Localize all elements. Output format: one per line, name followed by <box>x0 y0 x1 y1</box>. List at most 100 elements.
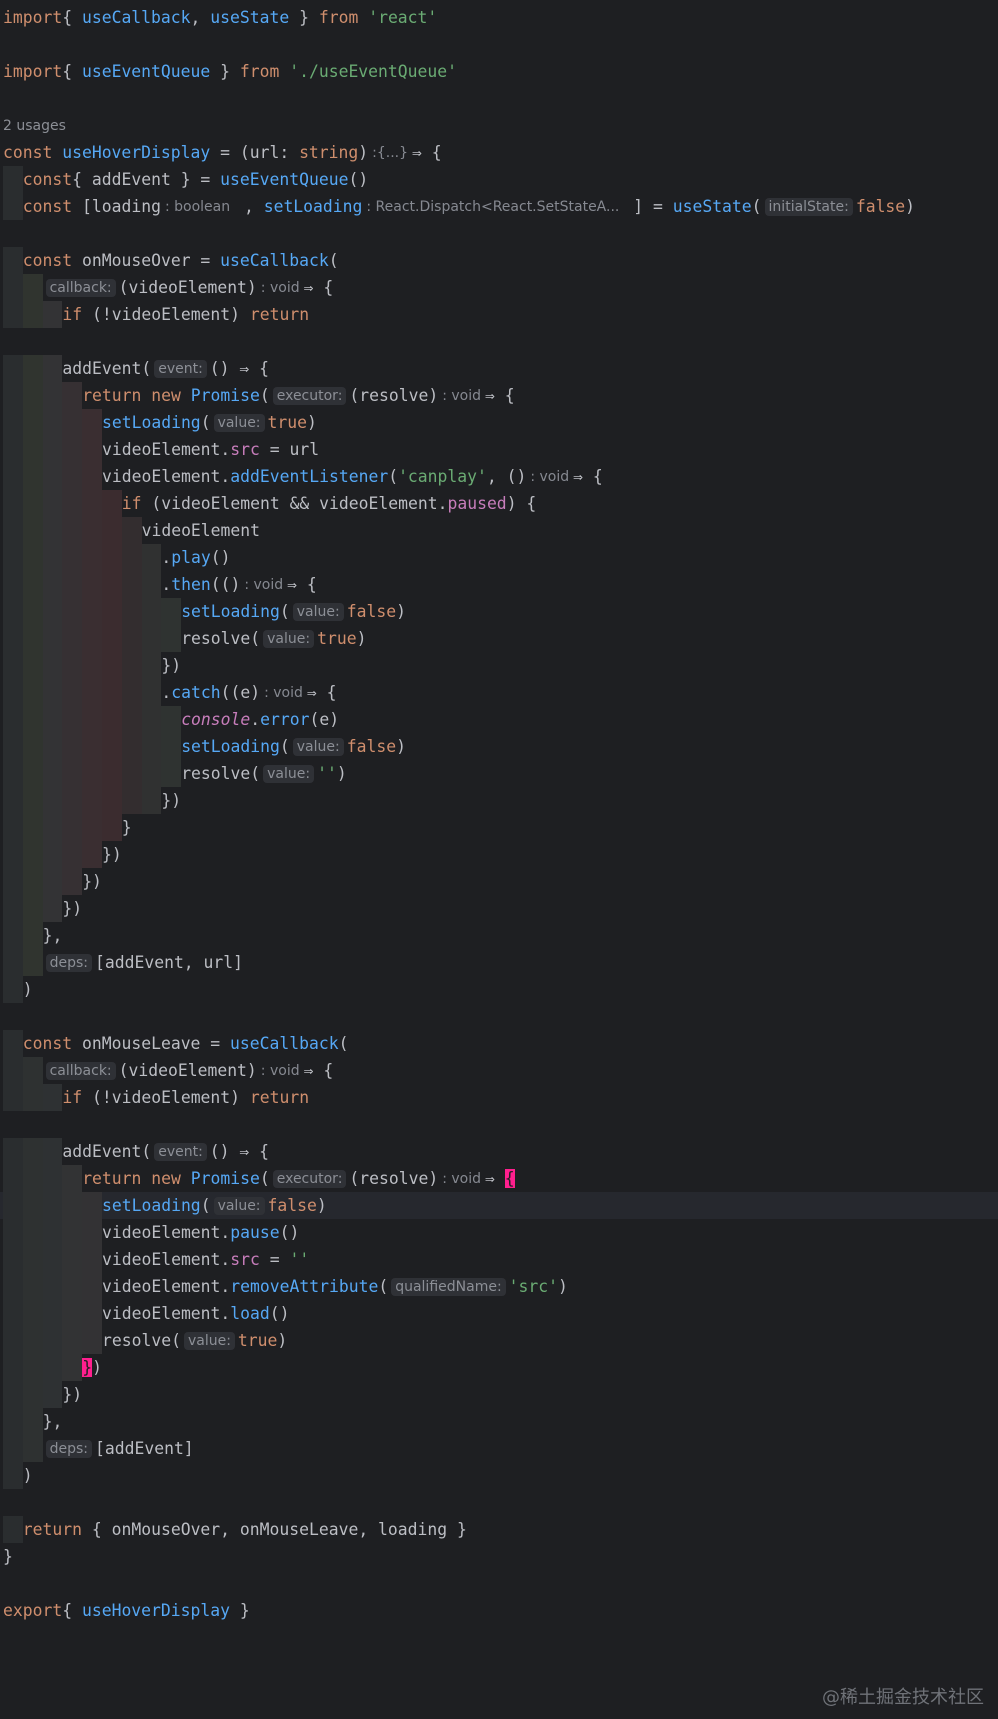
code-line[interactable]: import{ useCallback, useState } from 're… <box>0 4 998 31</box>
code-line[interactable]: }) <box>0 868 998 895</box>
code-token: . <box>161 575 172 594</box>
code-token: ⇒ <box>485 1169 505 1188</box>
code-line[interactable]: . catch ((e): void ⇒ { <box>0 679 998 706</box>
code-line[interactable]: return new Promise(executor: (resolve): v… <box>0 382 998 409</box>
code-token: setLoading <box>102 413 201 432</box>
code-line[interactable]: } <box>0 1543 998 1570</box>
code-line[interactable]: if (!videoElement) return <box>0 301 998 328</box>
indent-guide <box>22 679 43 706</box>
code-token: [addEvent, url] <box>95 953 244 972</box>
code-line[interactable]: }) <box>0 841 998 868</box>
code-line[interactable]: videoElement. src = '' <box>0 1246 998 1273</box>
indent-guide <box>3 355 23 382</box>
code-line[interactable]: addEvent(event:() ⇒ { <box>0 355 998 382</box>
code-line[interactable]: ) <box>0 1462 998 1489</box>
code-line[interactable] <box>0 220 998 247</box>
code-line[interactable]: resolve(value: '') <box>0 760 998 787</box>
code-line[interactable]: }, <box>0 922 998 949</box>
indent-guide <box>3 1192 23 1219</box>
parameter-hint: value: <box>292 737 344 756</box>
code-line[interactable]: return new Promise(executor: (resolve): v… <box>0 1165 998 1192</box>
indent-guide <box>42 544 63 571</box>
code-text: return new Promise(executor: (resolve): v… <box>82 1165 515 1192</box>
code-line[interactable]: videoElement. removeAttribute(qualifiedNa… <box>0 1273 998 1300</box>
code-line[interactable]: deps: [addEvent, url] <box>0 949 998 976</box>
code-line[interactable]: ) <box>0 976 998 1003</box>
code-token: if <box>121 494 142 513</box>
code-token: (videoElement) <box>118 1061 257 1080</box>
indent-guide <box>121 787 142 814</box>
code-line[interactable] <box>0 1003 998 1030</box>
indent-guide <box>3 247 23 274</box>
code-line[interactable]: videoElement. addEventListener('canplay',… <box>0 463 998 490</box>
code-text: videoElement. load() <box>102 1300 290 1327</box>
code-line[interactable] <box>0 85 998 112</box>
indent-guide <box>22 1084 43 1111</box>
code-line[interactable]: setLoading(value: false) <box>0 598 998 625</box>
code-token: useCallback <box>230 1034 339 1053</box>
code-line[interactable]: }, <box>0 1408 998 1435</box>
parameter-hint: callback: <box>45 278 116 297</box>
code-line[interactable]: videoElement <box>0 517 998 544</box>
indent-guide <box>62 517 83 544</box>
code-line[interactable]: callback: (videoElement): void ⇒ { <box>0 1057 998 1084</box>
code-line[interactable] <box>0 31 998 58</box>
indent-guide <box>141 625 162 652</box>
code-line[interactable]: setLoading(value: false) <box>0 1192 998 1219</box>
code-line[interactable]: return { onMouseOver, onMouseLeave, load… <box>0 1516 998 1543</box>
code-line[interactable]: import{ useEventQueue } from './useEvent… <box>0 58 998 85</box>
indent-guide <box>3 787 23 814</box>
code-line[interactable]: . play() <box>0 544 998 571</box>
code-line[interactable]: videoElement. src = url <box>0 436 998 463</box>
code-line[interactable]: console. error (e) <box>0 706 998 733</box>
code-line[interactable]: const{ addEvent } = useEventQueue() <box>0 166 998 193</box>
code-line[interactable]: } <box>0 814 998 841</box>
code-token: setLoading <box>102 1196 201 1215</box>
code-line[interactable]: export{ useHoverDisplay } <box>0 1597 998 1624</box>
indent-guide <box>3 760 23 787</box>
indent-guide <box>22 868 43 895</box>
code-editor[interactable]: import{ useCallback, useState } from 're… <box>0 0 998 1719</box>
code-text: setLoading(value: false) <box>181 733 406 760</box>
code-line[interactable]: const onMouseOver = useCallback( <box>0 247 998 274</box>
indent-guide <box>42 814 63 841</box>
code-line[interactable] <box>0 1489 998 1516</box>
code-line[interactable]: const [loading: boolean , setLoading: Re… <box>0 193 998 220</box>
code-line[interactable]: const onMouseLeave = useCallback( <box>0 1030 998 1057</box>
code-line[interactable]: }) <box>0 787 998 814</box>
code-line[interactable]: const useHoverDisplay = (url: string):{.… <box>0 139 998 166</box>
code-line[interactable]: callback: (videoElement): void ⇒ { <box>0 274 998 301</box>
code-line[interactable]: . then((): void ⇒ { <box>0 571 998 598</box>
code-line[interactable]: }) <box>0 652 998 679</box>
code-text: const useHoverDisplay = (url: string):{.… <box>3 139 442 166</box>
code-line[interactable]: }) <box>0 895 998 922</box>
code-line[interactable]: videoElement. pause() <box>0 1219 998 1246</box>
code-line[interactable]: resolve(value: true) <box>0 625 998 652</box>
code-token: ⇒ { <box>573 467 603 486</box>
code-line[interactable]: if (!videoElement) return <box>0 1084 998 1111</box>
indent-guide <box>22 733 43 760</box>
code-token: { <box>62 8 82 27</box>
code-line[interactable]: 2 usages <box>0 112 998 139</box>
indent-guide <box>82 1246 102 1273</box>
code-line[interactable]: setLoading(value: false) <box>0 733 998 760</box>
code-line[interactable]: resolve(value: true) <box>0 1327 998 1354</box>
code-line[interactable]: }) <box>0 1354 998 1381</box>
code-line[interactable]: setLoading(value: true) <box>0 409 998 436</box>
code-line[interactable]: addEvent(event:() ⇒ { <box>0 1138 998 1165</box>
indent-guide <box>82 733 102 760</box>
indent-guide <box>82 679 102 706</box>
code-line[interactable] <box>0 328 998 355</box>
indent-guide <box>82 652 102 679</box>
indent-guide <box>42 409 63 436</box>
code-line[interactable]: videoElement. load() <box>0 1300 998 1327</box>
code-line[interactable]: if (videoElement && videoElement. paused)… <box>0 490 998 517</box>
code-line[interactable]: deps: [addEvent] <box>0 1435 998 1462</box>
code-line[interactable] <box>0 1111 998 1138</box>
code-line[interactable]: }) <box>0 1381 998 1408</box>
indent-guide <box>3 1057 23 1084</box>
code-line[interactable] <box>0 1570 998 1597</box>
indent-guide <box>82 463 102 490</box>
indent-guide <box>42 625 63 652</box>
code-text: if (!videoElement) return <box>62 1084 309 1111</box>
